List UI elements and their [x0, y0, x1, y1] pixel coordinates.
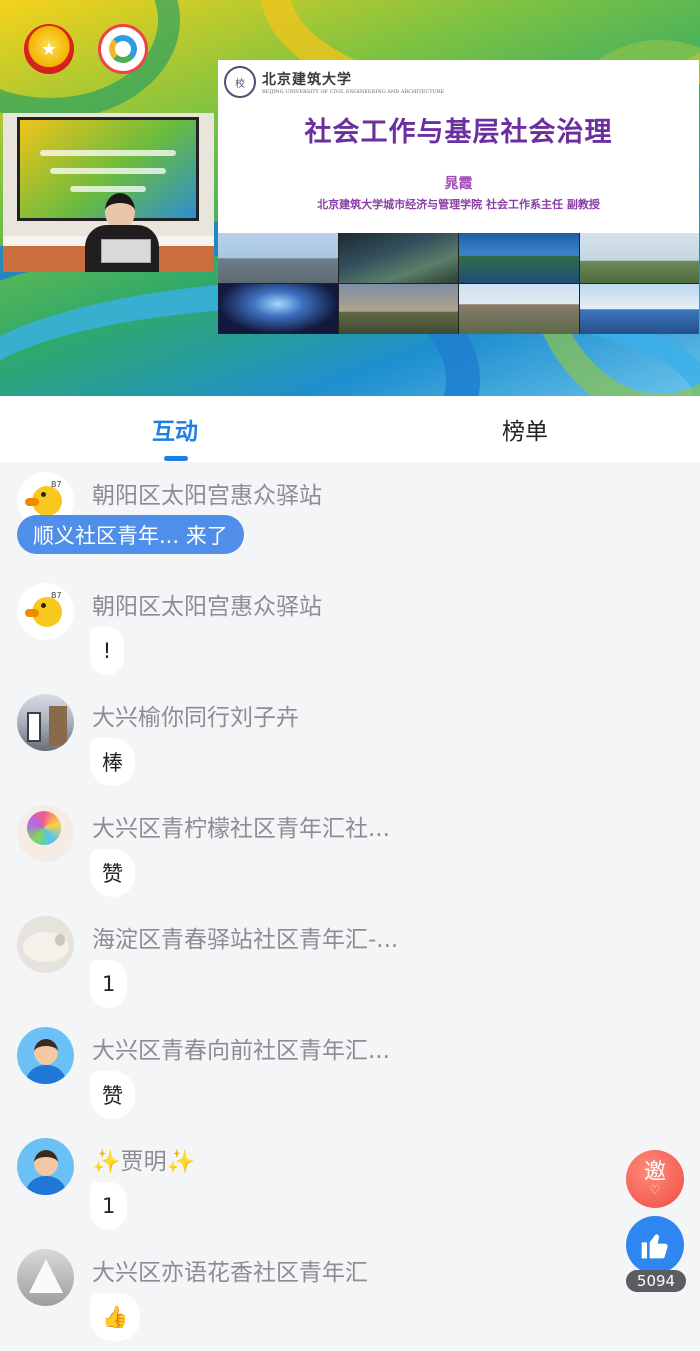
chat-feed[interactable]: B7 朝阳区太阳宫惠众驿站 B7 朝阳区太阳宫惠众驿站 ! 大兴榆你同行刘子卉 … [0, 462, 700, 1351]
like-count: 5094 [626, 1270, 686, 1292]
tab-bar: 互动 榜单 [0, 396, 700, 462]
chat-bubble: ! [90, 627, 124, 675]
slide-speaker: 晁霞 [444, 176, 473, 192]
chat-bubble: 棒 [90, 738, 135, 786]
live-video-player[interactable]: ★ 校 北京建筑大学 BEIJING UNIVERSITY OF CIVIL E… [0, 0, 700, 396]
chat-bubble: 👍 [90, 1293, 141, 1341]
university-name: 北京建筑大学 [262, 71, 352, 88]
youth-league-logo: ★ [24, 24, 74, 74]
presentation-slide: 校 北京建筑大学 BEIJING UNIVERSITY OF CIVIL ENG… [218, 60, 699, 334]
campus-photo [579, 233, 699, 283]
tent-avatar[interactable] [17, 1249, 74, 1306]
chat-username: 大兴区青柠檬社区青年汇社... [92, 816, 390, 842]
chat-username: 朝阳区太阳宫惠众驿站 [92, 483, 322, 509]
university-english-name: BEIJING UNIVERSITY OF CIVIL ENGINEERING … [262, 88, 445, 95]
campus-photo [218, 233, 338, 283]
university-seal-icon: 校 [224, 66, 256, 98]
chat-bubble: 1 [90, 1182, 128, 1230]
invite-button[interactable]: 邀 ♡ [626, 1150, 684, 1208]
chat-message: 大兴区青柠檬社区青年汇社... 赞 [0, 795, 620, 905]
campus-photo [459, 284, 579, 334]
campus-photo-grid [218, 233, 699, 334]
invite-label: 邀 [643, 1160, 666, 1185]
building-photo-avatar[interactable] [17, 694, 74, 751]
chat-message: 大兴区亦语花香社区青年汇 👍 [0, 1239, 620, 1349]
university-logo: 校 北京建筑大学 BEIJING UNIVERSITY OF CIVIL ENG… [224, 66, 444, 98]
laptop [101, 239, 151, 263]
user-joined-toast: 顺义社区青年... 来了 [17, 515, 244, 554]
chat-message: 海淀区青春驿站社区青年汇-... 1 [0, 906, 620, 1016]
tab-interaction[interactable]: 互动 [0, 396, 350, 462]
duck-avatar[interactable]: B7 [17, 583, 74, 640]
campus-photo [218, 284, 338, 334]
campus-photo [338, 233, 458, 283]
campus-photo [338, 284, 458, 334]
event-logo [98, 24, 148, 74]
chat-bubble: 赞 [90, 849, 135, 897]
chat-username: 海淀区青春驿站社区青年汇-... [92, 927, 399, 953]
chat-message: B7 朝阳区太阳宫惠众驿站 ! [0, 573, 620, 683]
chat-bubble: 赞 [90, 1071, 135, 1119]
presenter-camera-view [3, 113, 214, 272]
chat-message: 大兴区青春向前社区青年汇... 赞 [0, 1017, 620, 1127]
tab-leaderboard[interactable]: 榜单 [350, 396, 700, 462]
chat-username: 大兴榆你同行刘子卉 [92, 705, 299, 731]
cat-avatar[interactable] [17, 916, 74, 973]
default-boy-avatar[interactable] [17, 1027, 74, 1084]
chat-username: 朝阳区太阳宫惠众驿站 [92, 594, 322, 620]
heart-icon: ♡ [649, 1183, 661, 1197]
campus-photo [459, 233, 579, 283]
active-tab-indicator [164, 456, 188, 461]
lollipop-avatar[interactable] [17, 805, 74, 862]
chat-message: 大兴榆你同行刘子卉 棒 [0, 684, 620, 794]
chat-username: ✨贾明✨ [92, 1149, 196, 1175]
chat-message: ✨贾明✨ 1 [0, 1128, 620, 1238]
campus-photo [579, 284, 699, 334]
like-button[interactable] [626, 1216, 684, 1274]
slide-affiliation: 北京建筑大学城市经济与管理学院 社会工作系主任 副教授 [317, 198, 600, 211]
thumbs-up-icon [641, 1234, 668, 1259]
chat-username: 大兴区亦语花香社区青年汇 [92, 1260, 368, 1286]
default-boy-avatar[interactable] [17, 1138, 74, 1195]
slide-title: 社会工作与基层社会治理 [304, 117, 613, 148]
chat-username: 大兴区青春向前社区青年汇... [92, 1038, 390, 1064]
chat-bubble: 1 [90, 960, 128, 1008]
